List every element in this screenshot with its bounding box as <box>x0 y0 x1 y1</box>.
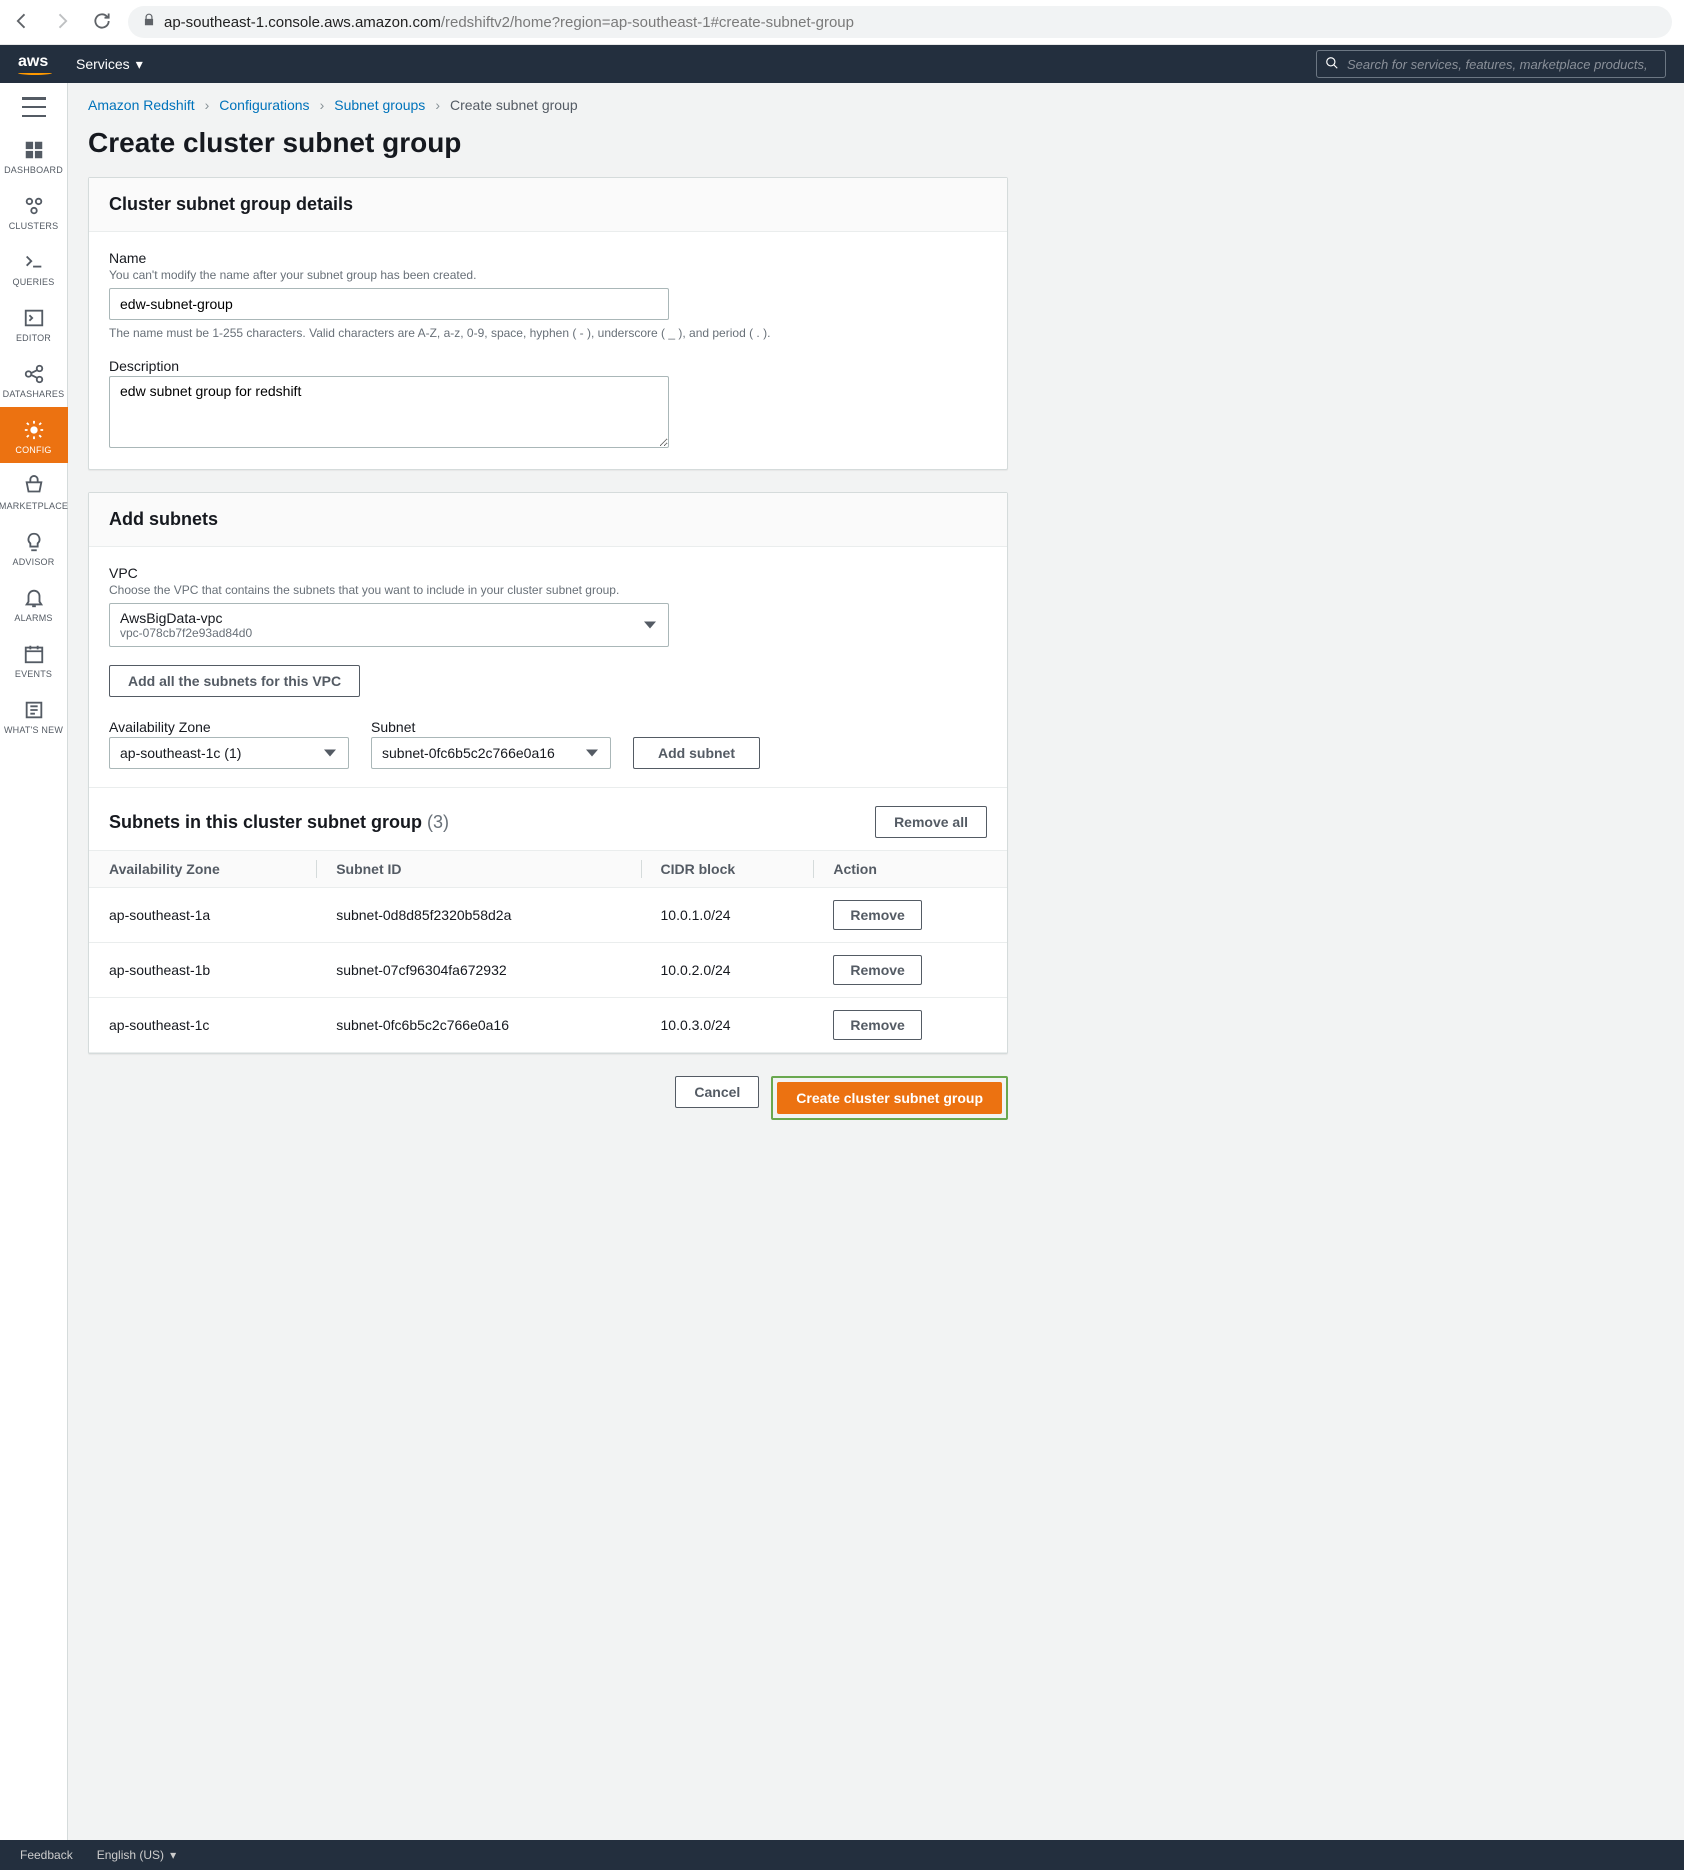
rail-clusters[interactable]: CLUSTERS <box>0 183 68 239</box>
remove-button[interactable]: Remove <box>833 1010 921 1040</box>
vpc-hint: Choose the VPC that contains the subnets… <box>109 583 987 597</box>
highlight-annotation: Create cluster subnet group <box>771 1076 1008 1120</box>
remove-all-button[interactable]: Remove all <box>875 806 987 838</box>
remove-button[interactable]: Remove <box>833 900 921 930</box>
browser-chrome: ap-southeast-1.console.aws.amazon.com/re… <box>0 0 1684 45</box>
rail-dashboard[interactable]: DASHBOARD <box>0 127 68 183</box>
name-label: Name <box>109 250 987 266</box>
col-cidr: CIDR block <box>641 851 814 888</box>
url-host: ap-southeast-1.console.aws.amazon.com <box>164 14 441 31</box>
subnet-list-header: Subnets in this cluster subnet group (3) <box>109 812 449 833</box>
rail-marketplace[interactable]: MARKETPLACE <box>0 463 68 519</box>
lock-icon <box>142 13 156 31</box>
left-rail: DASHBOARD CLUSTERS QUERIES EDITOR DATASH… <box>0 83 68 1840</box>
subnet-label: Subnet <box>371 719 611 735</box>
cell-cidr: 10.0.1.0/24 <box>641 888 814 943</box>
search-icon <box>1325 56 1339 73</box>
reload-icon[interactable] <box>92 11 112 34</box>
back-icon[interactable] <box>12 11 32 34</box>
services-menu[interactable]: Services ▾ <box>76 56 143 73</box>
remove-button[interactable]: Remove <box>833 955 921 985</box>
cell-cidr: 10.0.3.0/24 <box>641 998 814 1053</box>
chevron-right-icon: › <box>205 97 210 113</box>
description-input[interactable] <box>109 376 669 448</box>
az-select[interactable]: ap-southeast-1c (1) <box>109 737 349 769</box>
breadcrumb-configurations[interactable]: Configurations <box>219 97 309 113</box>
subnet-table: Availability Zone Subnet ID CIDR block A… <box>89 850 1007 1053</box>
add-subnets-panel: Add subnets VPC Choose the VPC that cont… <box>88 492 1008 1054</box>
subnet-select[interactable]: subnet-0fc6b5c2c766e0a16 <box>371 737 611 769</box>
vpc-label: VPC <box>109 565 987 581</box>
rail-events[interactable]: EVENTS <box>0 631 68 687</box>
subnet-list-section: Subnets in this cluster subnet group (3)… <box>89 787 1007 1053</box>
page-actions: Cancel Create cluster subnet group <box>88 1076 1008 1120</box>
breadcrumb-redshift[interactable]: Amazon Redshift <box>88 97 195 113</box>
vpc-select[interactable]: AwsBigData-vpc vpc-078cb7f2e93ad84d0 <box>109 603 669 647</box>
az-label: Availability Zone <box>109 719 349 735</box>
add-subnet-button[interactable]: Add subnet <box>633 737 760 769</box>
cell-az: ap-southeast-1b <box>89 943 316 998</box>
aws-search[interactable] <box>1316 50 1666 78</box>
rail-editor[interactable]: EDITOR <box>0 295 68 351</box>
cell-subnet: subnet-0d8d85f2320b58d2a <box>316 888 640 943</box>
aws-logo[interactable]: aws <box>18 54 52 75</box>
cancel-button[interactable]: Cancel <box>675 1076 759 1108</box>
add-subnets-header: Add subnets <box>109 509 987 530</box>
name-input[interactable] <box>109 288 669 320</box>
footer: Feedback English (US) ▾ <box>0 1840 1684 1870</box>
create-button[interactable]: Create cluster subnet group <box>777 1082 1002 1114</box>
details-panel: Cluster subnet group details Name You ca… <box>88 177 1008 470</box>
rail-alarms[interactable]: ALARMS <box>0 575 68 631</box>
cell-cidr: 10.0.2.0/24 <box>641 943 814 998</box>
search-input[interactable] <box>1347 57 1657 72</box>
breadcrumb: Amazon Redshift › Configurations › Subne… <box>88 83 1008 127</box>
name-help: The name must be 1-255 characters. Valid… <box>109 326 987 340</box>
cell-az: ap-southeast-1c <box>89 998 316 1053</box>
rail-advisor[interactable]: ADVISOR <box>0 519 68 575</box>
page-title: Create cluster subnet group <box>88 127 1008 159</box>
url-path: /redshiftv2/home?region=ap-southeast-1#c… <box>441 14 854 31</box>
services-label: Services <box>76 56 130 72</box>
url-bar[interactable]: ap-southeast-1.console.aws.amazon.com/re… <box>128 6 1672 38</box>
chevron-right-icon: › <box>435 97 440 113</box>
rail-config[interactable]: CONFIG <box>0 407 68 463</box>
vpc-selected-id: vpc-078cb7f2e93ad84d0 <box>120 626 638 640</box>
name-hint: You can't modify the name after your sub… <box>109 268 987 282</box>
cell-az: ap-southeast-1a <box>89 888 316 943</box>
details-header: Cluster subnet group details <box>109 194 987 215</box>
cell-subnet: subnet-0fc6b5c2c766e0a16 <box>316 998 640 1053</box>
chevron-right-icon: › <box>320 97 325 113</box>
aws-top-nav: aws Services ▾ <box>0 45 1684 83</box>
col-az: Availability Zone <box>89 851 316 888</box>
breadcrumb-subnet-groups[interactable]: Subnet groups <box>334 97 425 113</box>
feedback-link[interactable]: Feedback <box>20 1848 73 1862</box>
forward-icon[interactable] <box>52 11 72 34</box>
cell-subnet: subnet-07cf96304fa672932 <box>316 943 640 998</box>
add-all-subnets-button[interactable]: Add all the subnets for this VPC <box>109 665 360 697</box>
rail-whatsnew[interactable]: WHAT'S NEW <box>0 687 68 743</box>
rail-datashares[interactable]: DATASHARES <box>0 351 68 407</box>
table-row: ap-southeast-1c subnet-0fc6b5c2c766e0a16… <box>89 998 1007 1053</box>
subnet-count: (3) <box>427 812 449 832</box>
description-label: Description <box>109 358 987 374</box>
language-selector[interactable]: English (US) ▾ <box>97 1848 176 1862</box>
table-row: ap-southeast-1a subnet-0d8d85f2320b58d2a… <box>89 888 1007 943</box>
chevron-down-icon: ▾ <box>136 56 143 73</box>
table-row: ap-southeast-1b subnet-07cf96304fa672932… <box>89 943 1007 998</box>
rail-queries[interactable]: QUERIES <box>0 239 68 295</box>
hamburger-icon[interactable] <box>22 97 46 117</box>
chevron-down-icon: ▾ <box>170 1848 176 1862</box>
col-action: Action <box>813 851 1007 888</box>
col-subnet-id: Subnet ID <box>316 851 640 888</box>
breadcrumb-current: Create subnet group <box>450 97 578 113</box>
vpc-selected-name: AwsBigData-vpc <box>120 610 638 626</box>
main-content: Amazon Redshift › Configurations › Subne… <box>68 83 1028 1840</box>
